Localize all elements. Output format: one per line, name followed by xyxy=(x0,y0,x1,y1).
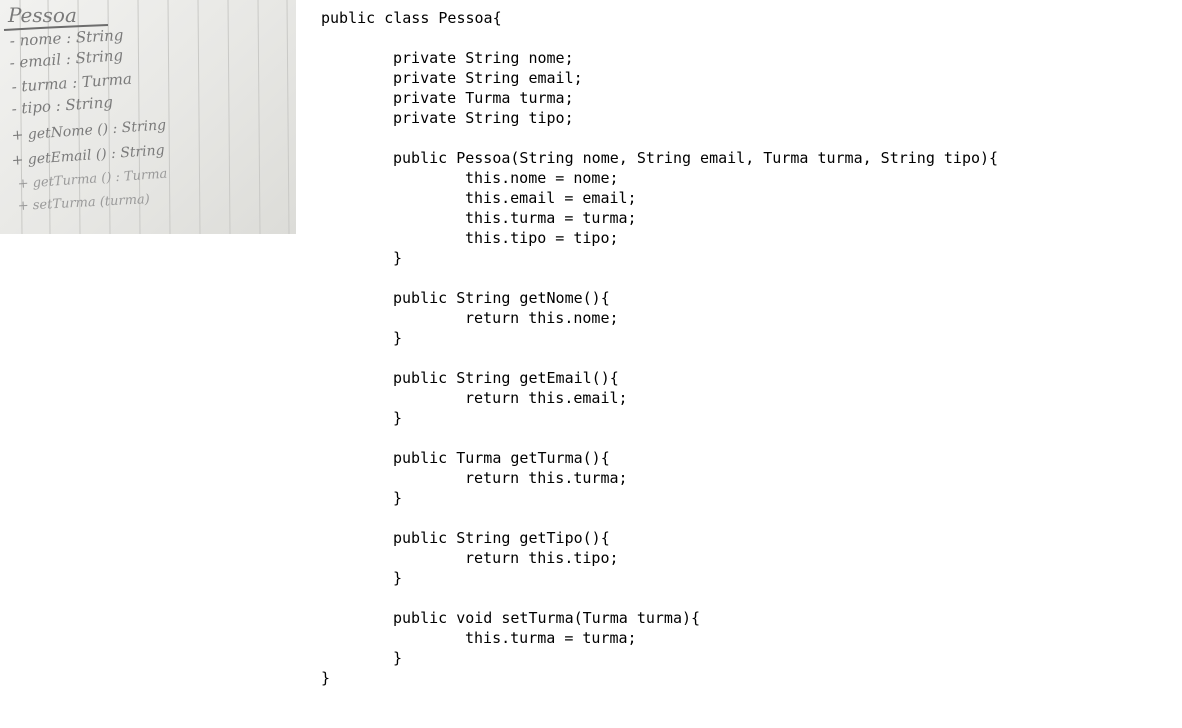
notebook-page-drawing: Pessoa - nome : String - email : String … xyxy=(3,0,290,234)
code-line: return this.nome; xyxy=(465,309,619,327)
code-line: } xyxy=(393,249,403,267)
code-line: public Turma getTurma(){ xyxy=(393,449,610,467)
code-line: return this.tipo; xyxy=(465,549,619,567)
code-line: public String getTipo(){ xyxy=(393,529,610,547)
code-line: } xyxy=(393,649,403,667)
code-line: this.email = email; xyxy=(465,189,637,207)
code-line: private String email; xyxy=(393,69,583,87)
code-line: this.turma = turma; xyxy=(465,209,637,227)
code-line: return this.email; xyxy=(465,389,628,407)
code-line: } xyxy=(393,329,403,347)
code-line: private Turma turma; xyxy=(393,89,574,107)
code-line: private String tipo; xyxy=(393,109,574,127)
note-line: - email : String xyxy=(9,46,124,72)
code-line: public class Pessoa{ xyxy=(321,9,502,27)
code-line: public void setTurma(Turma turma){ xyxy=(393,609,701,627)
handwritten-class-diagram-photo: Pessoa - nome : String - email : String … xyxy=(0,0,296,234)
note-line: + setTurma (turma) xyxy=(17,192,150,214)
code-line: } xyxy=(393,489,403,507)
code-line: public String getNome(){ xyxy=(393,289,610,307)
code-line: this.turma = turma; xyxy=(465,629,637,647)
code-line: this.nome = nome; xyxy=(465,169,619,187)
note-line: - tipo : String xyxy=(11,93,113,118)
code-line: return this.turma; xyxy=(465,469,628,487)
code-line: public String getEmail(){ xyxy=(393,369,619,387)
java-code-block: public class Pessoa{ private String nome;… xyxy=(321,8,998,688)
note-class-name: Pessoa xyxy=(7,3,77,27)
note-line: + getNome () : String xyxy=(11,117,166,144)
note-line: - turma : Turma xyxy=(11,70,132,96)
code-line: } xyxy=(321,669,331,687)
note-line: + getTurma () : Turma xyxy=(17,167,168,192)
code-line: } xyxy=(393,409,403,427)
code-line: this.tipo = tipo; xyxy=(465,229,619,247)
note-line: + getEmail () : String xyxy=(11,142,165,169)
code-line: public Pessoa(String nome, String email,… xyxy=(393,149,999,167)
code-line: private String nome; xyxy=(393,49,574,67)
code-line: } xyxy=(393,569,403,587)
